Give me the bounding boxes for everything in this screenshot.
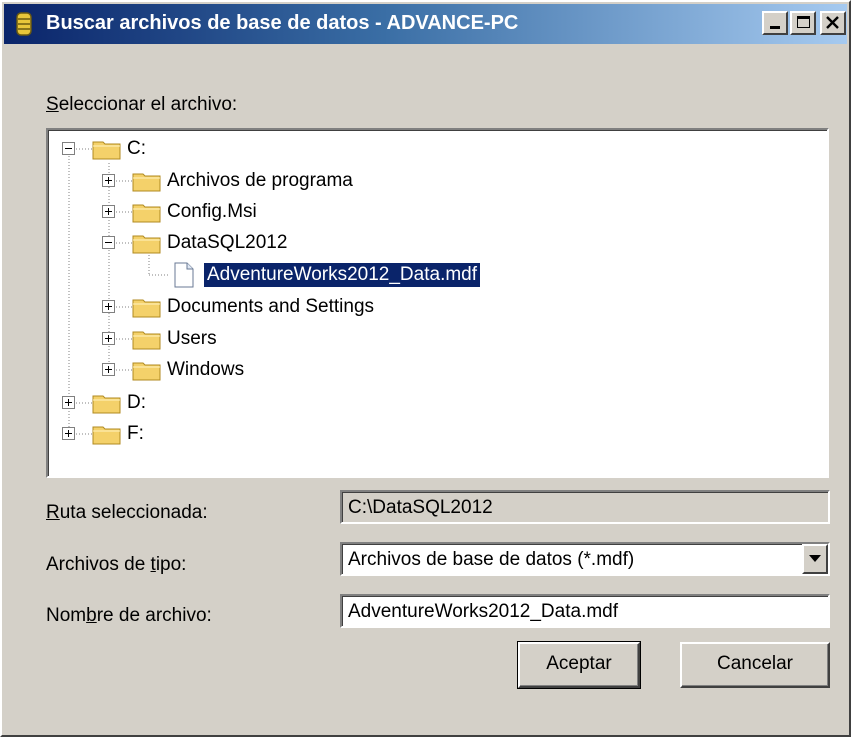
tree-node-label: Archivos de programa [167, 170, 353, 191]
nombre-label-b: re de archivo: [96, 605, 212, 626]
window-title: Buscar archivos de base de datos - ADVAN… [46, 12, 519, 34]
nombre-label-a: Nom [46, 605, 87, 626]
tree-node-c[interactable]: C: [62, 134, 362, 164]
expand-icon[interactable] [102, 205, 115, 218]
nombre-label-mnemonic: b [86, 605, 97, 626]
ruta-value: C:\DataSQL2012 [348, 497, 493, 518]
tree-node-windows[interactable]: Windows [102, 355, 462, 385]
expand-icon[interactable] [102, 363, 115, 376]
folder-icon [132, 299, 161, 318]
expand-icon[interactable] [102, 300, 115, 313]
folder-icon [132, 362, 161, 381]
file-icon [174, 262, 194, 288]
tipo-select[interactable]: Archivos de base de datos (*.mdf) [340, 542, 830, 576]
close-icon [826, 16, 839, 29]
tree-node-label: Users [167, 328, 217, 349]
tipo-label-b: ipo: [155, 554, 187, 575]
folder-icon [92, 141, 121, 160]
tree-node-f[interactable]: F: [62, 419, 362, 449]
select-file-label-text: eleccionar el archivo: [58, 94, 238, 115]
expand-icon[interactable] [62, 396, 75, 409]
tree-node-label: Windows [167, 359, 245, 380]
tree-node-label: Config.Msi [167, 201, 257, 222]
ruta-label-mnemonic: R [46, 502, 60, 523]
tree-node-label: DataSQL2012 [167, 232, 288, 253]
chevron-down-icon [809, 555, 821, 562]
nombre-input[interactable]: AdventureWorks2012_Data.mdf [340, 594, 830, 628]
tree-node-archivos-de-programa[interactable]: Archivos de programa [102, 166, 462, 196]
tree-node-config-msi[interactable]: Config.Msi [102, 197, 462, 227]
folder-icon [132, 331, 161, 350]
close-button[interactable] [820, 11, 846, 35]
database-app-icon [16, 12, 32, 36]
tree-node-users[interactable]: Users [102, 324, 462, 354]
nombre-value: AdventureWorks2012_Data.mdf [348, 601, 619, 622]
expand-icon[interactable] [62, 427, 75, 440]
dropdown-button[interactable] [802, 544, 828, 574]
dialog-window: Buscar archivos de base de datos - ADVAN… [0, 0, 851, 737]
tree-node-datasql2012[interactable]: DataSQL2012 [102, 228, 462, 258]
minimize-icon [770, 26, 780, 29]
cancel-button[interactable]: Cancelar [680, 642, 830, 688]
file-tree[interactable]: C: Archivos de programa Config.Msi DataS… [46, 128, 829, 478]
select-file-label: Seleccionar el archivo: [46, 94, 237, 116]
collapse-icon[interactable] [62, 142, 75, 155]
expand-icon[interactable] [102, 332, 115, 345]
folder-icon [132, 204, 161, 223]
folder-icon [92, 426, 121, 445]
maximize-icon [797, 16, 810, 28]
tree-node-label-selected: AdventureWorks2012_Data.mdf [202, 262, 482, 288]
tree-node-d[interactable]: D: [62, 388, 362, 418]
ruta-label-text: uta seleccionada: [59, 502, 208, 523]
tipo-label-a: Archivos de [46, 554, 151, 575]
tree-node-label: D: [127, 392, 146, 413]
folder-icon [92, 395, 121, 414]
tree-node-label: Documents and Settings [167, 296, 375, 317]
tree-node-adventureworks-file[interactable]: AdventureWorks2012_Data.mdf [170, 260, 570, 290]
ruta-field: C:\DataSQL2012 [340, 490, 830, 524]
tree-node-label: C: [127, 138, 146, 159]
maximize-button[interactable] [790, 11, 816, 35]
accept-button[interactable]: Aceptar [517, 641, 641, 689]
ruta-label: Ruta seleccionada: [46, 502, 208, 524]
folder-icon [132, 235, 161, 254]
collapse-icon[interactable] [102, 236, 115, 249]
title-bar[interactable]: Buscar archivos de base de datos - ADVAN… [4, 4, 847, 44]
expand-icon[interactable] [102, 174, 115, 187]
tree-node-label: F: [127, 423, 144, 444]
tree-node-documents-and-settings[interactable]: Documents and Settings [102, 292, 502, 322]
tipo-value: Archivos de base de datos (*.mdf) [348, 549, 635, 570]
tipo-label: Archivos de tipo: [46, 554, 186, 576]
nombre-label: Nombre de archivo: [46, 605, 212, 627]
select-file-label-mnemonic: S [46, 94, 59, 115]
minimize-button[interactable] [762, 11, 788, 35]
folder-icon [132, 173, 161, 192]
